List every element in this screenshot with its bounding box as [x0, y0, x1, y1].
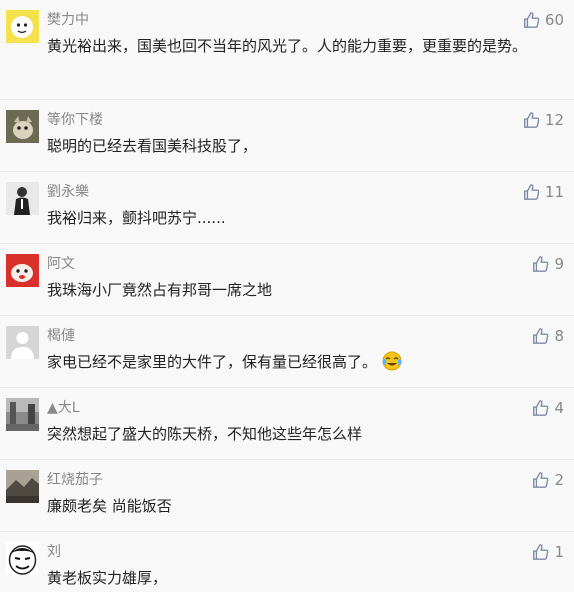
like-count: 1 — [554, 543, 564, 561]
comment-author[interactable]: ▲大L — [47, 399, 80, 417]
like-count: 2 — [554, 471, 564, 489]
red-avatar[interactable] — [6, 254, 39, 287]
like-button[interactable]: 1 — [531, 543, 564, 561]
comment-text: 黄光裕出来，国美也回不当年的风光了。人的能力重要，更重要的是势。 — [47, 37, 528, 55]
comment-text: 聪明的已经去看国美科技股了， — [47, 137, 258, 155]
like-count: 4 — [554, 399, 564, 417]
thumbs-up-icon — [523, 12, 540, 28]
thumbs-up-icon — [523, 112, 540, 128]
thumbs-up-icon — [533, 328, 549, 344]
street-avatar[interactable] — [6, 398, 39, 431]
comment-item: 劉永樂 11 我裕归来，颤抖吧苏宁...... — [0, 172, 574, 244]
comment-list: 樊力中 60 黄光裕出来，国美也回不当年的风光了。人的能力重要，更重要的是势。 … — [0, 0, 574, 587]
pet-avatar[interactable] — [6, 110, 39, 143]
thumbs-up-icon — [533, 256, 549, 272]
comment-text: 廉颇老矣 尚能饭否 — [47, 497, 172, 515]
comment-text: 我珠海小厂竟然占有邦哥一席之地 — [47, 281, 273, 299]
comment-item: ▲大L 4 突然想起了盛大的陈天桥，不知他这些年怎么样 — [0, 388, 574, 460]
thumbs-up-icon — [523, 184, 540, 200]
like-button[interactable]: 4 — [531, 399, 564, 417]
comment-author[interactable]: 刘 — [47, 543, 61, 561]
like-count: 11 — [544, 183, 564, 201]
comment-item: 红烧茄子 2 廉颇老矣 尚能饭否 — [0, 460, 574, 532]
comment-item: 刘 1 黄老板实力雄厚， — [0, 532, 574, 592]
crying-laughing-emoji — [382, 351, 402, 371]
meme-avatar[interactable] — [6, 542, 39, 575]
comment-author[interactable]: 等你下楼 — [47, 111, 103, 129]
comment-author[interactable]: 樊力中 — [47, 11, 89, 29]
cartoon-avatar[interactable] — [6, 10, 39, 43]
comment-item: 楬僆 8 家电已经不是家里的大件了，保有量已经很高了。 — [0, 316, 574, 388]
like-count: 9 — [554, 255, 564, 273]
comment-author[interactable]: 阿文 — [47, 255, 75, 273]
person-avatar[interactable] — [6, 182, 39, 215]
default-avatar[interactable] — [6, 326, 39, 359]
comment-text-content: 家电已经不是家里的大件了，保有量已经很高了。 — [47, 353, 378, 371]
comment-item: 樊力中 60 黄光裕出来，国美也回不当年的风光了。人的能力重要，更重要的是势。 — [0, 0, 574, 100]
like-button[interactable]: 60 — [522, 11, 564, 29]
thumbs-up-icon — [533, 400, 549, 416]
like-count: 12 — [544, 111, 564, 129]
comment-author[interactable]: 劉永樂 — [47, 183, 89, 201]
like-button[interactable]: 11 — [522, 183, 564, 201]
like-button[interactable]: 8 — [531, 327, 564, 345]
comment-text: 我裕归来，颤抖吧苏宁...... — [47, 209, 226, 227]
comment-item: 等你下楼 12 聪明的已经去看国美科技股了， — [0, 100, 574, 172]
comment-text: 黄老板实力雄厚， — [47, 569, 168, 587]
like-count: 60 — [544, 11, 564, 29]
thumbs-up-icon — [533, 472, 549, 488]
comment-author[interactable]: 红烧茄子 — [47, 471, 103, 489]
like-button[interactable]: 12 — [522, 111, 564, 129]
comment-text: 家电已经不是家里的大件了，保有量已经很高了。 — [47, 349, 547, 375]
comment-text: 突然想起了盛大的陈天桥，不知他这些年怎么样 — [47, 425, 363, 443]
thumbs-up-icon — [533, 544, 549, 560]
comment-item: 阿文 9 我珠海小厂竟然占有邦哥一席之地 — [0, 244, 574, 316]
like-count: 8 — [554, 327, 564, 345]
like-button[interactable]: 9 — [531, 255, 564, 273]
comment-author[interactable]: 楬僆 — [47, 327, 75, 345]
landscape-avatar[interactable] — [6, 470, 39, 503]
like-button[interactable]: 2 — [531, 471, 564, 489]
